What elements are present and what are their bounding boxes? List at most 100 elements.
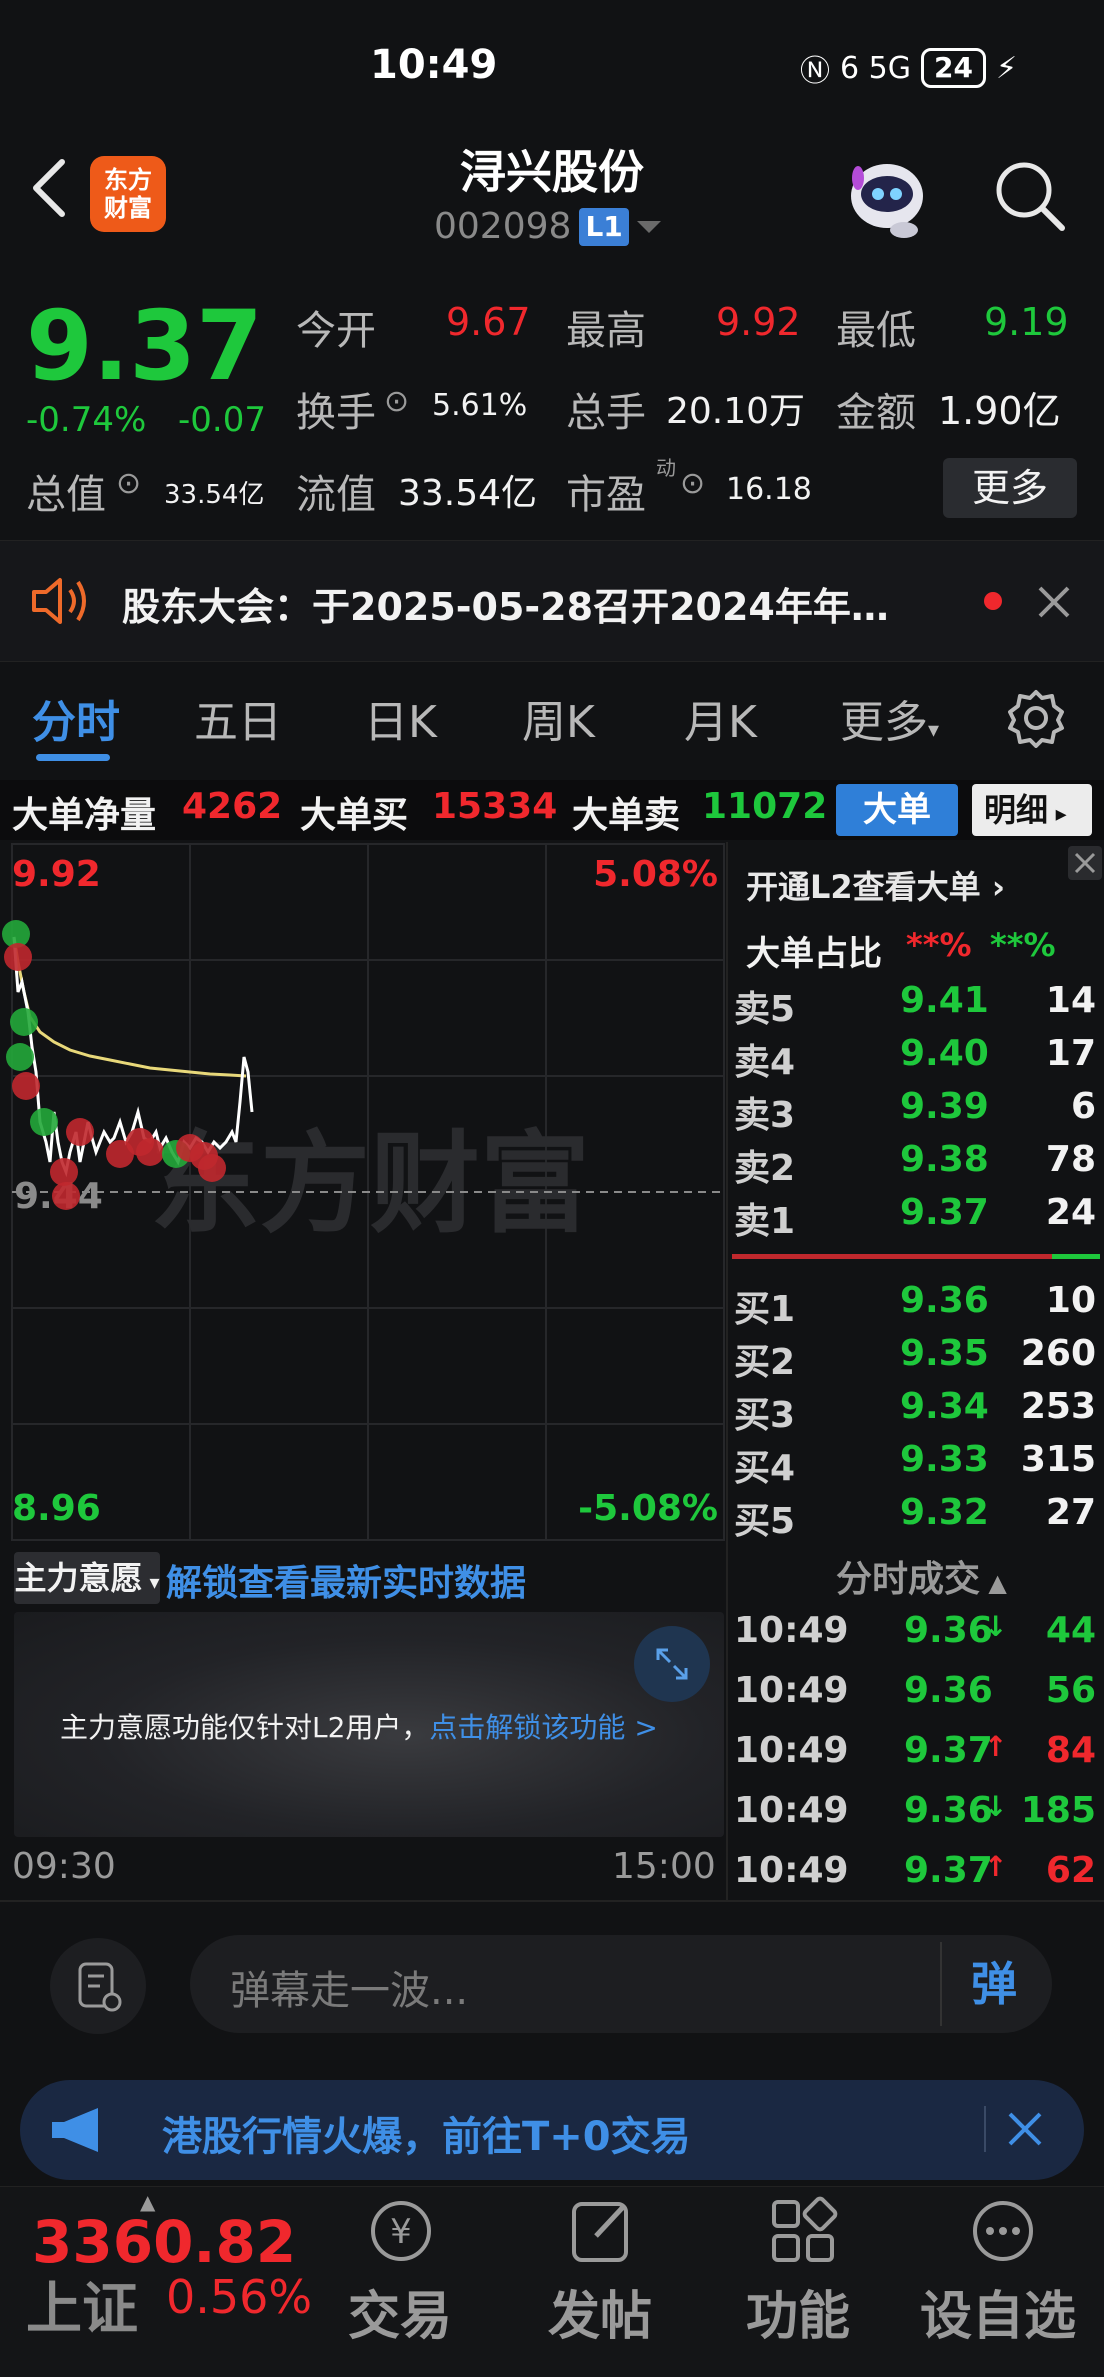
status-icons: Ⓝ 6 5G 24 ⚡ <box>800 46 1017 90</box>
pe-label: 市盈 <box>566 472 646 518</box>
float-cap-label: 流值 <box>296 472 376 518</box>
search-icon[interactable] <box>992 158 1068 234</box>
trade-row: 10:49 9.36 ↓ 185 <box>732 1790 1100 1836</box>
bid-label: 买3 <box>734 1395 796 1436</box>
intraday-chart[interactable]: 东方财富 9.44 9.92 5.08% 8.96 -5.08% <box>0 842 726 1542</box>
ask-row[interactable]: 卖2 9.38 78 <box>732 1139 1100 1189</box>
buy-marker <box>198 1154 226 1182</box>
trade-time: 10:49 <box>734 1730 849 1771</box>
info-icon[interactable]: ⊙ <box>116 466 141 501</box>
edit-post-icon[interactable] <box>568 2196 638 2266</box>
bid-price: 9.32 <box>900 1492 989 1533</box>
tab-weekly-k[interactable]: 周K <box>522 686 595 750</box>
bid-row[interactable]: 买1 9.36 10 <box>732 1280 1100 1330</box>
tab-daily-k[interactable]: 日K <box>364 686 437 750</box>
caret-down-icon <box>636 220 661 233</box>
tab-more[interactable]: 更多▾ <box>840 686 939 750</box>
bid-row[interactable]: 买5 9.32 27 <box>732 1492 1100 1542</box>
trade-price: 9.37 <box>904 1730 993 1771</box>
ask-label: 卖4 <box>734 1042 796 1083</box>
volume-value: 20.10万 <box>666 391 806 432</box>
trade-time: 10:49 <box>734 1790 849 1831</box>
ask-price: 9.38 <box>900 1139 989 1180</box>
bid-label: 买1 <box>734 1289 796 1330</box>
divider <box>0 1900 1104 1902</box>
arrow-up-icon: ↑ <box>984 1730 1008 1763</box>
expand-icon[interactable] <box>634 1626 710 1702</box>
ask-volume: 17 <box>1045 1033 1096 1074</box>
info-icon[interactable]: ⊙ <box>680 466 705 501</box>
ask-row[interactable]: 卖3 9.39 6 <box>732 1086 1100 1136</box>
tab-intraday[interactable]: 分时 <box>32 686 120 750</box>
nav-trade[interactable]: 交易 <box>348 2274 452 2349</box>
gear-icon[interactable] <box>1006 688 1066 748</box>
bid-volume: 27 <box>1045 1492 1096 1533</box>
bid-price: 9.33 <box>900 1439 989 1480</box>
tab-underline <box>36 754 110 761</box>
close-icon[interactable] <box>1036 584 1072 620</box>
bid-price: 9.34 <box>900 1386 989 1427</box>
ask-row[interactable]: 卖1 9.37 24 <box>732 1192 1100 1242</box>
ask-volume: 6 <box>1070 1086 1096 1127</box>
stock-name: 浔兴股份 <box>460 145 644 199</box>
bid-row[interactable]: 买4 9.33 315 <box>732 1439 1100 1489</box>
index-name[interactable]: 上证 <box>26 2264 138 2345</box>
bid-label: 买5 <box>734 1501 796 1542</box>
robot-assistant-icon[interactable] <box>842 150 932 240</box>
caret-down-icon: ▾ <box>928 718 940 743</box>
nav-functions[interactable]: 功能 <box>746 2274 850 2349</box>
tab-monthly-k[interactable]: 月K <box>684 686 757 750</box>
volume-label: 总手 <box>566 390 646 436</box>
close-icon[interactable] <box>1068 846 1102 880</box>
bid-row[interactable]: 买3 9.34 253 <box>732 1386 1100 1436</box>
buy-marker <box>66 1118 94 1146</box>
ask-price: 9.41 <box>900 980 989 1021</box>
chart-end-time: 15:00 <box>612 1846 716 1887</box>
ask-row[interactable]: 卖4 9.40 17 <box>732 1033 1100 1083</box>
close-icon[interactable] <box>1006 2110 1044 2148</box>
buy-marker <box>4 943 32 971</box>
more-quote-button[interactable]: 更多 <box>943 458 1077 518</box>
column-divider <box>726 842 728 1902</box>
nav-post[interactable]: 发帖 <box>548 2274 652 2349</box>
low-value: 9.19 <box>984 300 1069 344</box>
danmu-settings-button[interactable] <box>50 1938 146 2034</box>
notice-text[interactable]: 股东大会：于2025-05-28召开2024年年… <box>122 576 889 631</box>
tab-five-day[interactable]: 五日 <box>194 686 282 750</box>
main-will-panel-link[interactable]: 点击解锁该功能 > <box>429 1711 657 1744</box>
promo-text[interactable]: 港股行情火爆，前往T+0交易 <box>162 2104 691 2162</box>
chevron-right-icon: › <box>980 868 1005 906</box>
ask-label: 卖3 <box>734 1095 796 1136</box>
main-will-dropdown[interactable]: 主力意愿 ▾ <box>14 1552 160 1604</box>
danmu-send-button[interactable]: 弹 <box>940 1942 1046 2026</box>
ask-volume: 24 <box>1045 1192 1096 1233</box>
big-order-button[interactable]: 大单 <box>836 784 958 836</box>
nav-add-watchlist[interactable]: 设自选 <box>920 2274 1076 2349</box>
upgrade-l2-link[interactable]: 开通L2查看大单 › <box>746 862 1005 908</box>
main-will-unlock-link[interactable]: 解锁查看最新实时数据 <box>166 1554 526 1606</box>
info-icon[interactable]: ⊙ <box>384 384 409 419</box>
stock-code-row[interactable]: 002098 L1 <box>434 206 661 247</box>
more-dots-icon[interactable] <box>968 2196 1038 2266</box>
bid-row[interactable]: 买2 9.35 260 <box>732 1333 1100 1383</box>
big-buy-value: 15334 <box>432 786 558 827</box>
detail-button[interactable]: 明细 ▸ <box>972 784 1092 836</box>
speaker-icon <box>32 578 86 624</box>
current-price: 9.37 <box>26 290 263 402</box>
ask-row[interactable]: 卖5 9.41 14 <box>732 980 1100 1030</box>
open-label: 今开 <box>296 308 376 354</box>
index-change-pct: 0.56% <box>166 2270 313 2324</box>
trade-volume: 56 <box>1045 1670 1096 1711</box>
big-sell-label: 大单卖 <box>572 795 681 836</box>
sell-marker <box>30 1108 58 1136</box>
trade-yen-icon[interactable]: ¥ <box>366 2196 436 2266</box>
turnover-value: 5.61% <box>432 388 528 423</box>
trade-price: 9.36 <box>904 1610 993 1651</box>
arrow-up-icon: ↑ <box>984 1850 1008 1883</box>
apps-grid-icon[interactable] <box>768 2196 838 2266</box>
trades-header[interactable]: 分时成交 ▲ <box>836 1550 1007 1602</box>
total-cap-label: 总值 <box>26 472 106 518</box>
promo-divider <box>984 2106 986 2152</box>
svg-text:¥: ¥ <box>390 2212 412 2252</box>
signal-icon: 6 5G <box>840 50 911 86</box>
